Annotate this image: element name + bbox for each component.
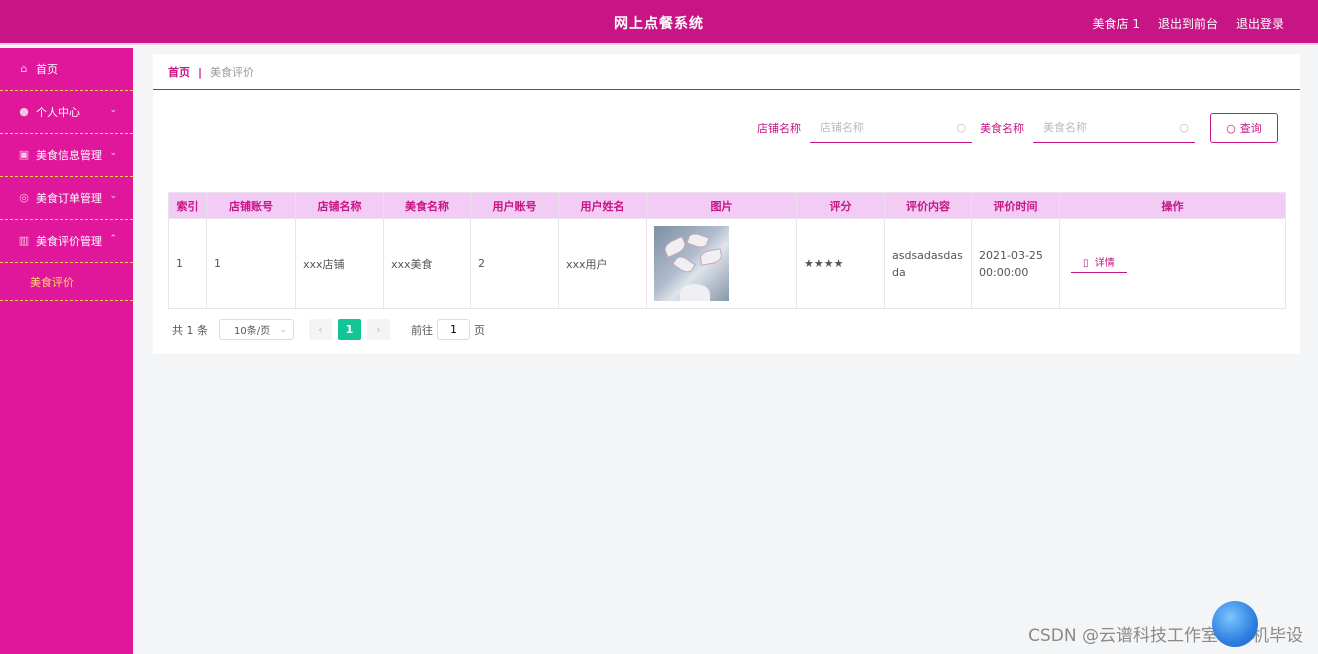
sidebar-item-profile[interactable]: ● 个人中心 ⌄ <box>0 91 133 134</box>
column-header[interactable]: 评分 <box>796 192 885 219</box>
column-header[interactable]: 图片 <box>646 192 797 219</box>
search-icon: ○ <box>1226 121 1236 135</box>
back-to-frontend-link[interactable]: 退出到前台 <box>1158 15 1218 32</box>
prev-page-button[interactable]: ‹ <box>309 319 332 340</box>
leaf-shape <box>662 236 688 258</box>
search-icon: ○ <box>956 121 966 134</box>
cell-shop-name: xxx店铺 <box>295 218 384 309</box>
column-header[interactable]: 店铺账号 <box>206 192 296 219</box>
shop-name-field: ○ <box>810 113 972 143</box>
chevron-down-icon: ⌄ <box>279 324 287 335</box>
search-bar: 店铺名称 ○ 美食名称 ○ ○ 查询 <box>757 113 1278 143</box>
goto-page: 前往 页 <box>411 319 485 340</box>
column-header[interactable]: 索引 <box>168 192 207 219</box>
detail-button-label: 详情 <box>1094 258 1115 269</box>
chevron-down-icon: ⌄ <box>109 105 117 115</box>
page-size-value: 10条/页 <box>234 326 271 337</box>
chevron-down-icon: ⌄ <box>109 191 117 201</box>
sidebar-item-label: 美食信息管理 <box>36 149 102 162</box>
user-icon: ● <box>19 105 29 118</box>
chart-icon: ▥ <box>18 234 30 247</box>
sidebar-item-label: 首页 <box>36 63 58 76</box>
document-icon: ▯ <box>1083 258 1089 269</box>
breadcrumb-home[interactable]: 首页 <box>168 64 190 80</box>
food-image[interactable] <box>654 226 729 301</box>
leaf-shape <box>686 230 710 251</box>
cell-actions: ▯ 详情 <box>1059 218 1286 309</box>
sidebar-item-orders[interactable]: ◎ 美食订单管理 ⌄ <box>0 177 133 220</box>
logout-link[interactable]: 退出登录 <box>1236 15 1284 32</box>
sidebar-item-label: 美食订单管理 <box>36 192 102 205</box>
chevron-down-icon: ⌄ <box>109 148 117 158</box>
food-name-input[interactable] <box>1033 113 1168 141</box>
column-header[interactable]: 评价内容 <box>884 192 972 219</box>
query-button-label: 查询 <box>1239 122 1262 135</box>
column-header[interactable]: 用户姓名 <box>558 192 647 219</box>
column-header[interactable]: 评价时间 <box>971 192 1060 219</box>
sidebar-subitem-reviews[interactable]: 美食评价 <box>0 263 133 301</box>
cell-rating: ★★★★ <box>796 218 885 309</box>
floating-assistant-button[interactable] <box>1212 601 1258 647</box>
cell-shop-account: 1 <box>206 218 296 309</box>
cell-food-name: xxx美食 <box>383 218 471 309</box>
search-icon: ○ <box>1179 121 1189 134</box>
sidebar-item-home[interactable]: ⌂ 首页 <box>0 48 133 91</box>
column-header[interactable]: 用户账号 <box>470 192 559 219</box>
breadcrumb: 首页 | 美食评价 <box>168 64 254 80</box>
column-header[interactable]: 店铺名称 <box>295 192 384 219</box>
main-panel: 首页 | 美食评价 店铺名称 ○ 美食名称 ○ ○ 查询 索引 店铺账号 <box>153 54 1300 354</box>
cell-time: 2021-03-25 00:00:00 <box>971 218 1060 309</box>
breadcrumb-divider <box>153 89 1300 90</box>
vase-shape <box>680 284 710 301</box>
store-user-link[interactable]: 美食店 1 <box>1093 15 1140 32</box>
clipboard-icon: ▣ <box>18 148 30 161</box>
sidebar-item-label: 个人中心 <box>36 106 80 119</box>
query-button[interactable]: ○ 查询 <box>1210 113 1278 143</box>
chevron-up-icon: ⌃ <box>109 234 117 244</box>
reviews-table: 索引 店铺账号 店铺名称 美食名称 用户账号 用户姓名 图片 评分 评价内容 评… <box>168 192 1286 309</box>
sidebar-item-label: 美食评价管理 <box>36 235 102 248</box>
food-name-label: 美食名称 <box>980 122 1024 135</box>
table-header-row: 索引 店铺账号 店铺名称 美食名称 用户账号 用户姓名 图片 评分 评价内容 评… <box>168 192 1286 219</box>
total-count: 共 1 条 <box>172 323 208 337</box>
page-size-select[interactable]: 10条/页 ⌄ <box>219 319 294 340</box>
pagination: 共 1 条 10条/页 ⌄ ‹ 1 › 前往 页 <box>172 319 485 340</box>
home-icon: ⌂ <box>20 62 28 75</box>
goto-label: 前往 <box>411 323 433 337</box>
watermark: CSDN @云谱科技工作室计算机毕设 <box>1028 626 1303 646</box>
table-row[interactable]: 1 1 xxx店铺 xxx美食 2 xxx用户 ★★★★ asdsadasdas… <box>168 218 1286 309</box>
top-bar: 网上点餐系统 美食店 1 退出到前台 退出登录 <box>0 0 1318 45</box>
cell-content: asdsadasdasda <box>884 218 972 309</box>
shop-name-input[interactable] <box>810 113 945 141</box>
page-suffix: 页 <box>474 323 485 337</box>
breadcrumb-separator: | <box>198 65 203 79</box>
cell-index: 1 <box>168 218 207 309</box>
breadcrumb-current: 美食评价 <box>210 66 255 79</box>
cell-user-account: 2 <box>470 218 559 309</box>
food-name-field: ○ <box>1033 113 1195 143</box>
detail-button[interactable]: ▯ 详情 <box>1071 254 1127 273</box>
goto-page-input[interactable] <box>437 319 470 340</box>
leaf-shape <box>698 248 724 266</box>
sidebar: ⌂ 首页 ● 个人中心 ⌄ ▣ 美食信息管理 ⌄ ◎ 美食订单管理 ⌄ ▥ 美食… <box>0 48 133 654</box>
header-links: 美食店 1 退出到前台 退出登录 <box>1093 15 1284 32</box>
column-header[interactable]: 操作 <box>1059 192 1286 219</box>
compass-icon: ◎ <box>19 191 29 204</box>
cell-image <box>646 218 797 309</box>
page-number-current[interactable]: 1 <box>338 319 361 340</box>
cell-user-name: xxx用户 <box>558 218 647 309</box>
sidebar-item-food-info[interactable]: ▣ 美食信息管理 ⌄ <box>0 134 133 177</box>
leaf-shape <box>672 253 696 276</box>
shop-name-label: 店铺名称 <box>757 122 801 135</box>
next-page-button[interactable]: › <box>367 319 390 340</box>
column-header[interactable]: 美食名称 <box>383 192 471 219</box>
sidebar-item-reviews[interactable]: ▥ 美食评价管理 ⌃ <box>0 220 133 263</box>
